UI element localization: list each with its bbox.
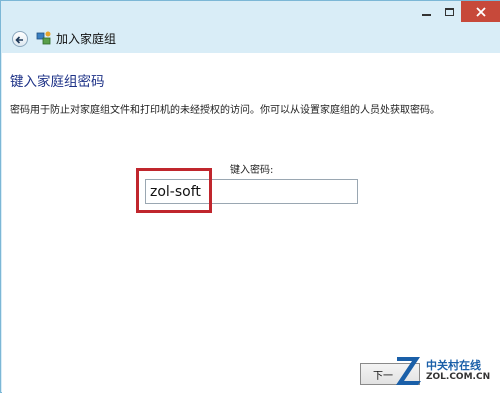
description-text: 密码用于防止对家庭组文件和打印机的未经授权的访问。你可以从设置家庭组的人员处获取… [10, 105, 440, 116]
close-button[interactable] [461, 1, 500, 22]
close-icon [475, 6, 486, 17]
next-button[interactable]: 下一 [360, 363, 420, 385]
wizard-title: 加入家庭组 [56, 32, 117, 46]
minimize-button[interactable] [415, 1, 438, 22]
password-input[interactable] [145, 179, 358, 204]
maximize-button[interactable] [438, 1, 461, 22]
back-button[interactable] [12, 31, 28, 47]
homegroup-icon [36, 31, 51, 45]
watermark-line2: ZOL.COM.CN [426, 372, 491, 382]
page-title: 键入家庭组密码 [10, 74, 105, 90]
wizard-content: 键入家庭组密码 密码用于防止对家庭组文件和打印机的未经授权的访问。你可以从设置家… [2, 53, 500, 393]
back-arrow-icon [15, 36, 23, 44]
maximize-icon [445, 7, 454, 16]
window-frame: 加入家庭组 键入家庭组密码 密码用于防止对家庭组文件和打印机的未经授权的访问。你… [0, 0, 500, 393]
watermark-line1: 中关村在线 [426, 359, 481, 372]
minimize-icon [422, 13, 431, 16]
title-bar [1, 1, 500, 25]
password-label: 键入密码: [230, 165, 274, 176]
wizard-header: 加入家庭组 [2, 25, 500, 53]
